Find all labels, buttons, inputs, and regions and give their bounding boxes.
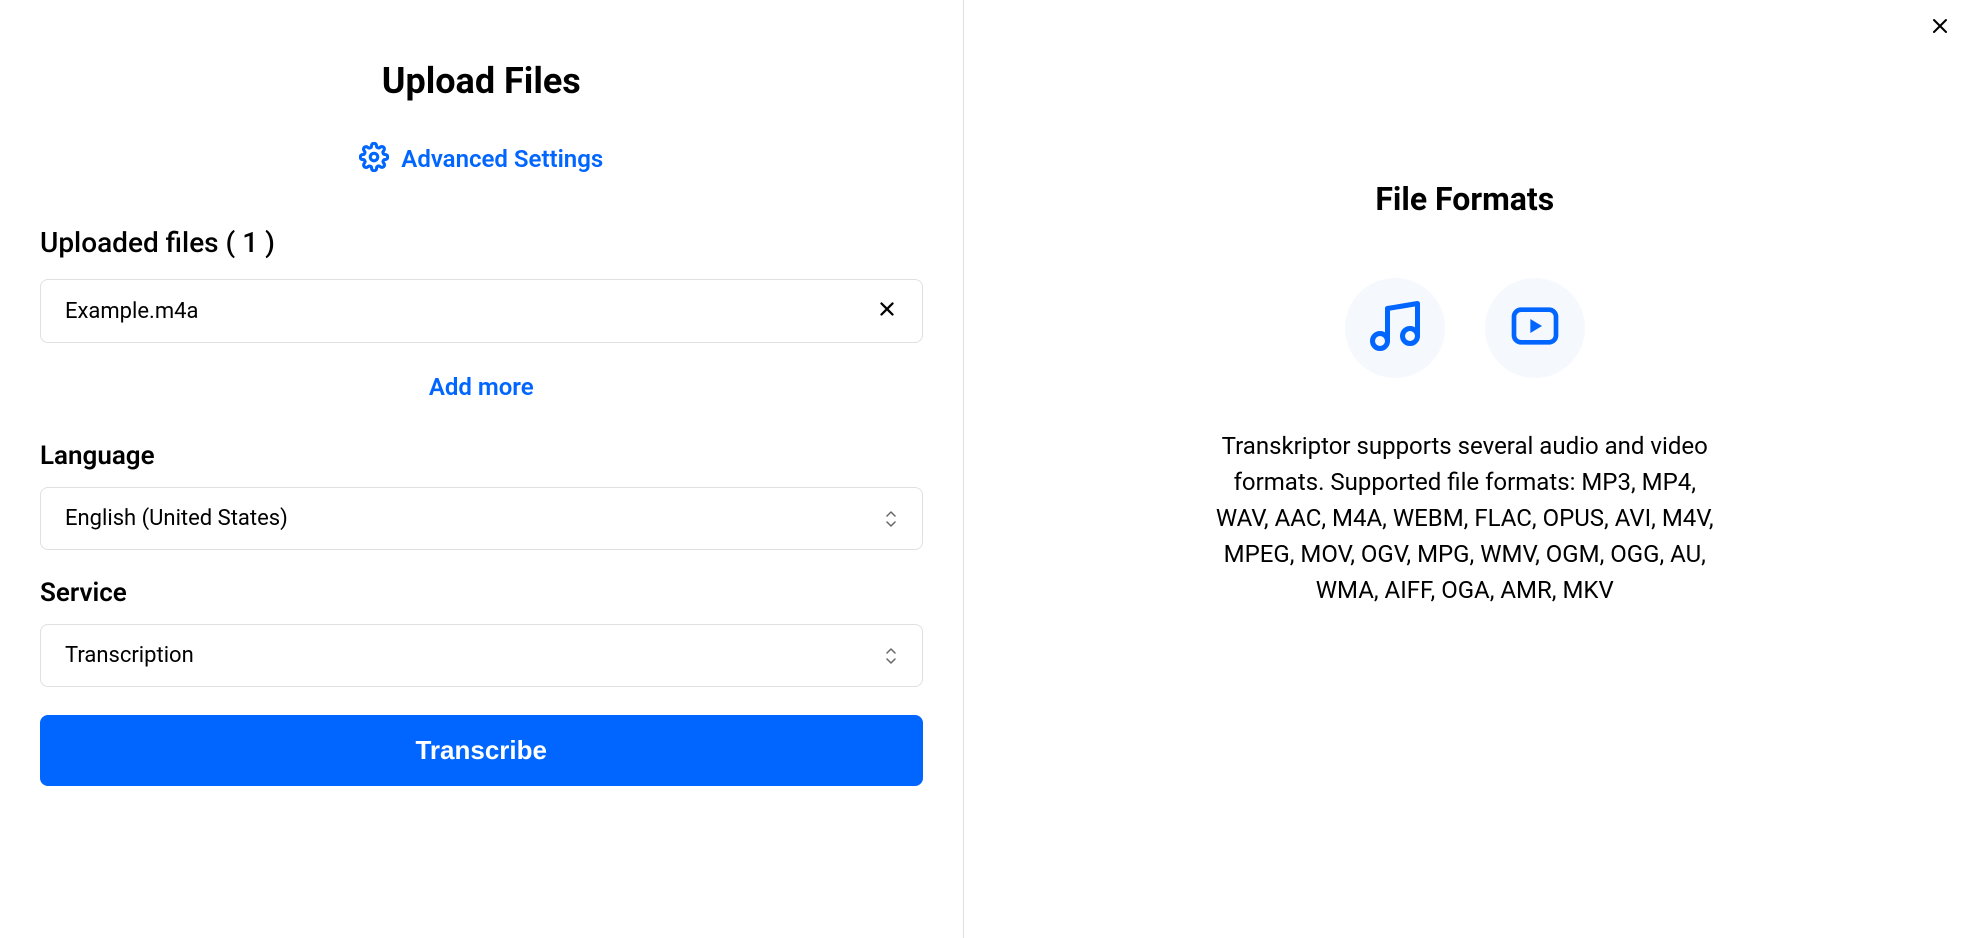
language-value: English (United States): [65, 506, 288, 531]
chevron-updown-icon: [884, 510, 898, 528]
service-select[interactable]: Transcription: [40, 624, 923, 687]
language-select[interactable]: English (United States): [40, 487, 923, 550]
close-button[interactable]: [1928, 14, 1952, 42]
language-label: Language: [40, 441, 923, 471]
formats-description: Transkriptor supports several audio and …: [1215, 428, 1715, 608]
chevron-updown-icon: [884, 647, 898, 665]
format-icons: [1024, 278, 1907, 378]
info-panel: File Formats: [964, 0, 1966, 938]
upload-panel: Upload Files Advanced Settings Uploaded …: [0, 0, 963, 938]
add-more-button[interactable]: Add more: [40, 373, 923, 401]
page-title: Upload Files: [40, 60, 923, 102]
music-icon: [1365, 296, 1425, 360]
gear-icon: [359, 142, 389, 176]
advanced-settings-label: Advanced Settings: [401, 145, 603, 173]
close-icon: [876, 298, 898, 324]
service-value: Transcription: [65, 643, 194, 668]
file-row: Example.m4a: [40, 279, 923, 343]
file-name: Example.m4a: [65, 299, 198, 324]
remove-file-button[interactable]: [876, 298, 898, 324]
uploaded-files-label: Uploaded files ( 1 ): [40, 226, 923, 259]
formats-title: File Formats: [1024, 180, 1907, 218]
close-icon: [1928, 23, 1952, 42]
video-format-icon-circle: [1485, 278, 1585, 378]
advanced-settings-button[interactable]: Advanced Settings: [40, 142, 923, 176]
audio-format-icon-circle: [1345, 278, 1445, 378]
service-label: Service: [40, 578, 923, 608]
transcribe-button[interactable]: Transcribe: [40, 715, 923, 786]
video-icon: [1507, 298, 1563, 358]
